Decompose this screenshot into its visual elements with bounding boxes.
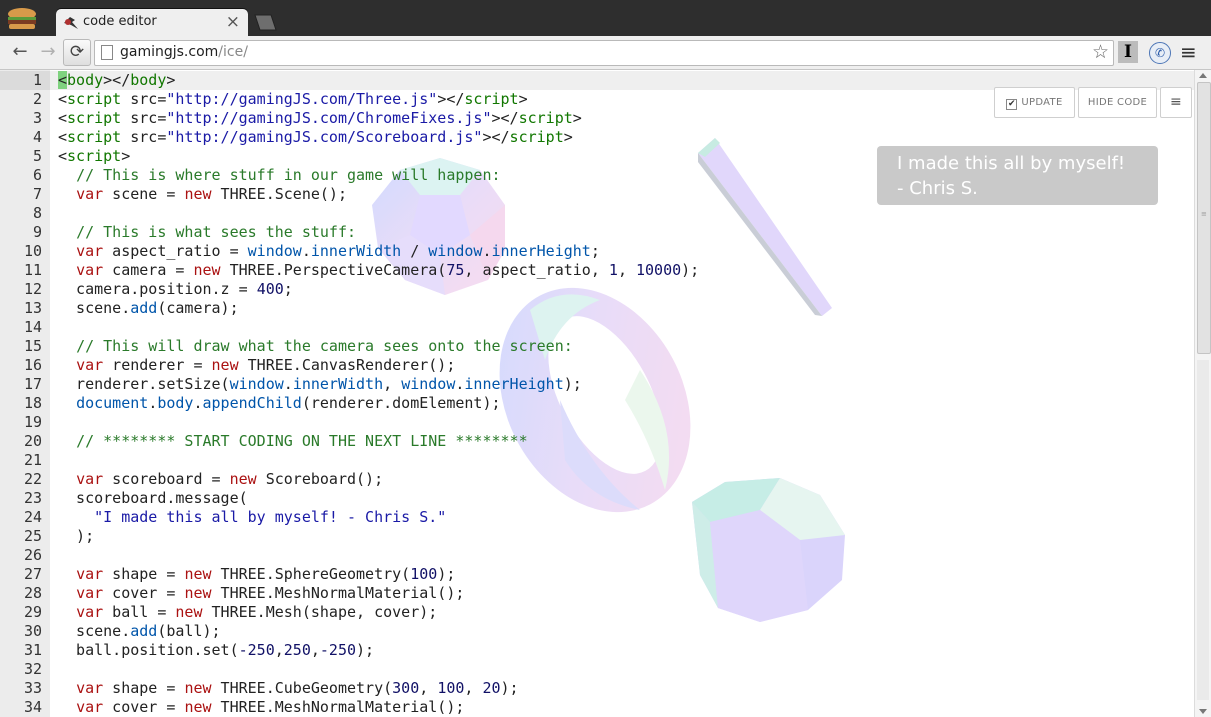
line-number: 25 [23, 527, 42, 545]
tab-title: code editor [83, 14, 157, 29]
line-number: 21 [23, 451, 42, 469]
scroll-thumb[interactable]: ≡ [1197, 82, 1211, 354]
extension-i-icon[interactable]: I [1118, 41, 1138, 63]
line-number: 3 [32, 109, 42, 127]
line-number: 18 [23, 394, 42, 412]
line-number: 23 [23, 489, 42, 507]
new-tab-button[interactable] [252, 14, 278, 31]
line-number: 12 [23, 280, 42, 298]
tab-close-icon[interactable]: × [226, 12, 240, 32]
cube-shape [692, 478, 845, 622]
line-number: 13 [23, 299, 42, 317]
line-number: 17 [23, 375, 42, 393]
scoreboard: I made this all by myself! - Chris S. [877, 146, 1158, 205]
editor-menu-icon[interactable]: ≡ [1160, 87, 1192, 118]
update-checkbox[interactable]: ✔ [1006, 99, 1018, 110]
line-number: 8 [32, 204, 42, 222]
line-number: 9 [32, 223, 42, 241]
url-text[interactable]: gamingjs.com/ice/ [120, 44, 248, 60]
line-number: 27 [23, 565, 42, 583]
line-number: 20 [23, 432, 42, 450]
line-number: 30 [23, 622, 42, 640]
line-number: 19 [23, 413, 42, 431]
tab-favicon-icon [64, 17, 78, 29]
line-number: 7 [32, 185, 42, 203]
url-path: /ice/ [218, 44, 248, 60]
app-icon[interactable] [6, 6, 38, 32]
scroll-up-icon[interactable] [1199, 73, 1207, 78]
scroll-grip-icon: ≡ [1201, 210, 1207, 218]
scoreboard-message: I made this all by myself! - Chris S. [897, 153, 1126, 199]
line-number: 24 [23, 508, 42, 526]
line-number: 5 [32, 147, 42, 165]
bar-shape [698, 138, 832, 316]
update-button[interactable]: ✔ UPDATE [994, 87, 1075, 118]
line-number: 4 [32, 128, 42, 146]
page-icon [101, 45, 113, 60]
line-number: 28 [23, 584, 42, 602]
address-bar[interactable]: gamingjs.com/ice/ ☆ [94, 40, 1114, 66]
browser-toolbar: ← → ⟳ gamingjs.com/ice/ ☆ [0, 36, 1211, 70]
code-text[interactable]: <body></body> <script src="http://gaming… [58, 71, 699, 717]
line-number: 15 [23, 337, 42, 355]
scroll-down-icon[interactable] [1199, 709, 1207, 714]
line-number: 2 [32, 90, 42, 108]
scroll-track[interactable] [1197, 360, 1209, 700]
update-label: UPDATE [1021, 97, 1063, 108]
menu-icon[interactable]: ≡ [1180, 41, 1197, 63]
line-number: 29 [23, 603, 42, 621]
line-number: 14 [23, 318, 42, 336]
line-numbers: 1 2 3 4 5 6 7 8 9 10 11 12 13 14 15 16 1… [0, 71, 42, 717]
line-number: 6 [32, 166, 42, 184]
forward-icon[interactable]: → [36, 40, 60, 64]
line-number: 26 [23, 546, 42, 564]
code-editor[interactable]: 1 2 3 4 5 6 7 8 9 10 11 12 13 14 15 16 1… [0, 70, 1194, 717]
line-number: 22 [23, 470, 42, 488]
reload-icon[interactable]: ⟳ [63, 39, 91, 66]
title-bar: code editor × [0, 0, 1211, 37]
url-host: gamingjs.com [120, 44, 219, 60]
line-number: 32 [23, 660, 42, 678]
line-number: 34 [23, 698, 42, 716]
vertical-scrollbar[interactable]: ≡ [1194, 70, 1211, 717]
line-number: 1 [32, 71, 42, 89]
line-number: 33 [23, 679, 42, 697]
tab-code-editor[interactable]: code editor × [56, 9, 248, 37]
star-icon[interactable]: ☆ [1092, 41, 1109, 63]
extension-phone-icon[interactable]: ✆ [1149, 42, 1171, 64]
back-icon[interactable]: ← [8, 40, 32, 64]
line-number: 10 [23, 242, 42, 260]
line-number: 31 [23, 641, 42, 659]
line-number: 11 [23, 261, 42, 279]
hide-code-button[interactable]: HIDE CODE [1078, 87, 1157, 118]
line-number: 16 [23, 356, 42, 374]
